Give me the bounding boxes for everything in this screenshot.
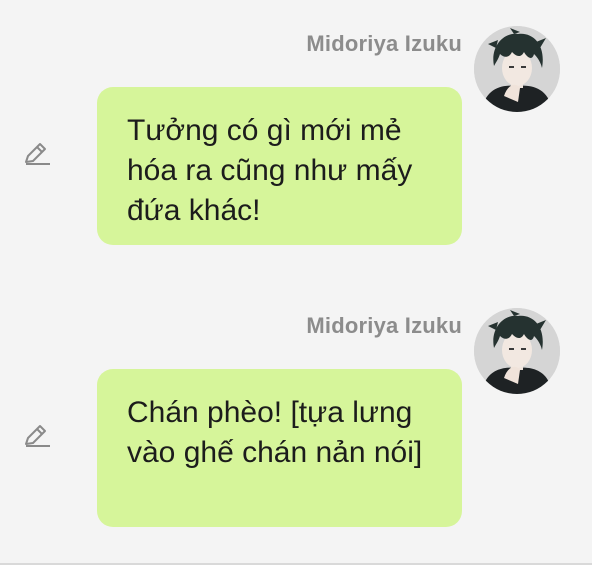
avatar[interactable] bbox=[474, 308, 560, 394]
pencil-icon[interactable] bbox=[22, 140, 52, 168]
avatar-anime-character-icon bbox=[474, 308, 560, 394]
avatar[interactable] bbox=[474, 26, 560, 112]
chat-message: Midoriya Izuku Chán phèo! [tựa lưng vào … bbox=[0, 304, 592, 544]
message-text: Chán phèo! [tựa lưng vào ghế chán nản nó… bbox=[127, 396, 423, 469]
chat-message: Midoriya Izuku Tưởng có gì mới mẻ hóa ra… bbox=[0, 22, 592, 262]
message-text: Tưởng có gì mới mẻ hóa ra cũng như mấy đ… bbox=[127, 114, 413, 227]
sender-name: Midoriya Izuku bbox=[306, 313, 462, 338]
pencil-icon[interactable] bbox=[22, 422, 52, 450]
avatar-anime-character-icon bbox=[474, 26, 560, 112]
sender-name: Midoriya Izuku bbox=[306, 31, 462, 56]
message-bubble[interactable]: Chán phèo! [tựa lưng vào ghế chán nản nó… bbox=[97, 369, 462, 527]
message-bubble[interactable]: Tưởng có gì mới mẻ hóa ra cũng như mấy đ… bbox=[97, 87, 462, 245]
